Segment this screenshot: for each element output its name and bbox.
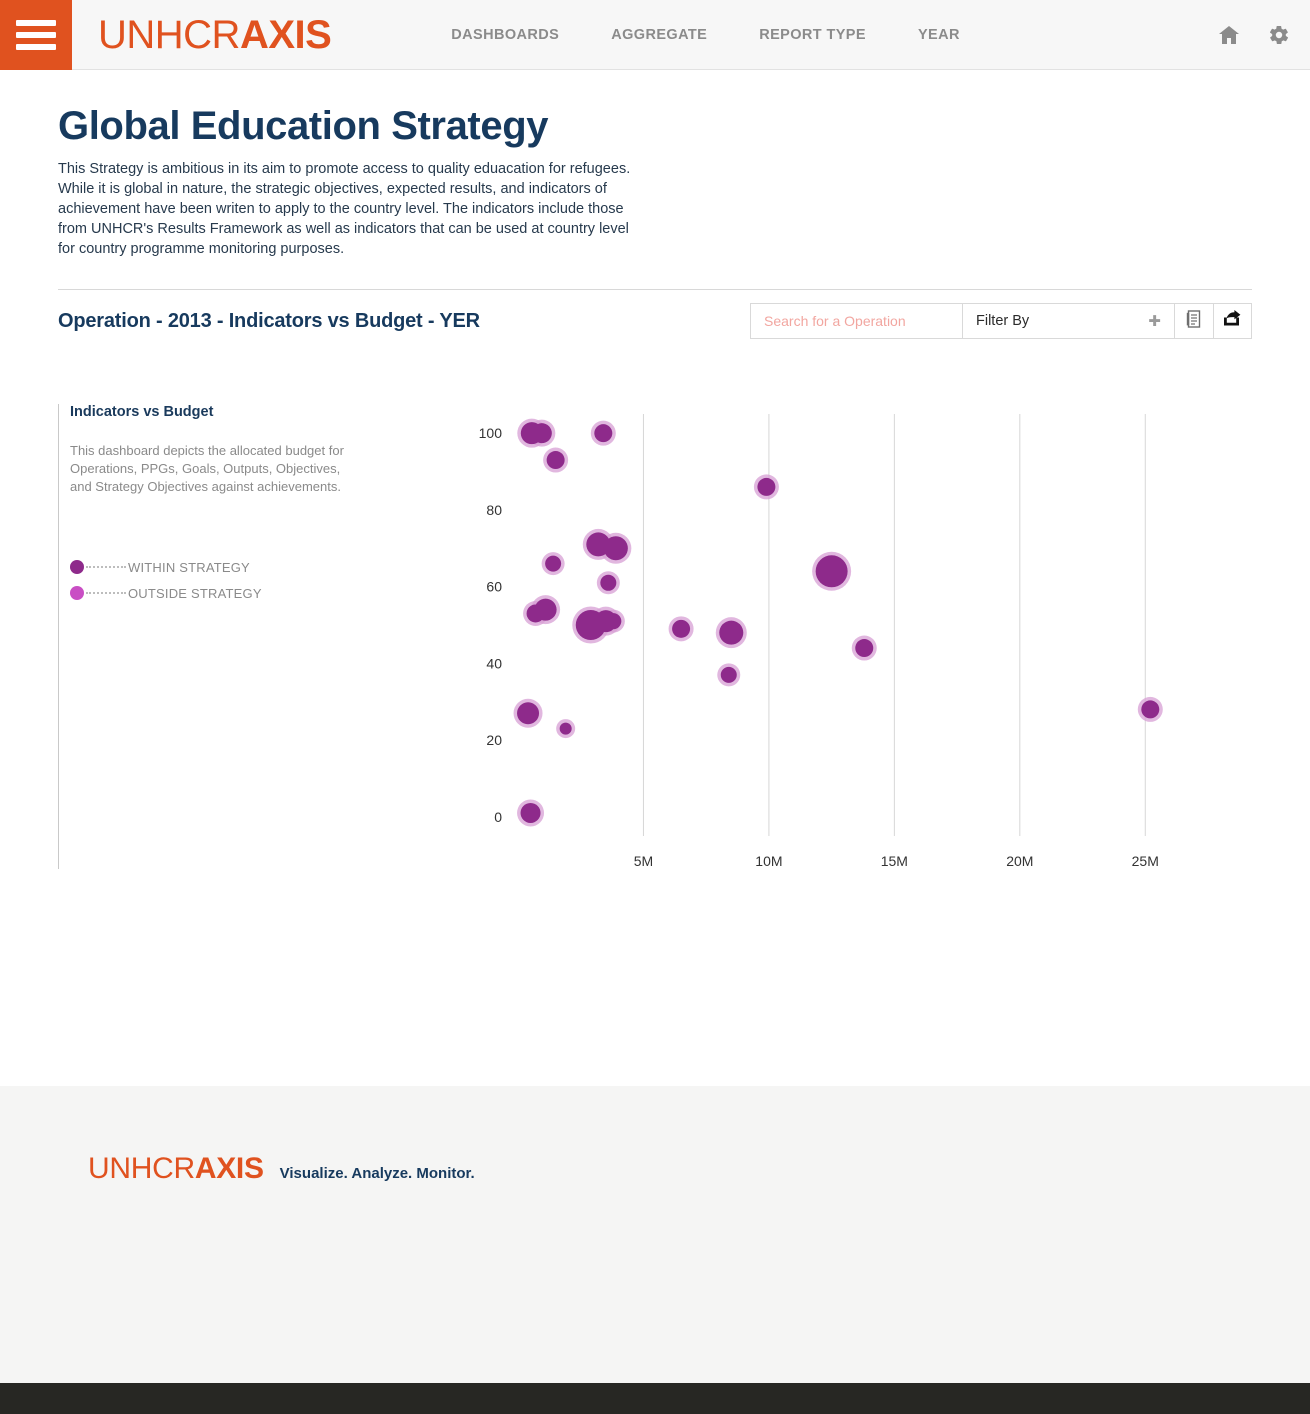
legend-label-outside-strategy: OUTSIDE STRATEGY — [128, 585, 262, 601]
y-axis-tick-label: 0 — [494, 809, 502, 825]
x-axis-tick-label: 10M — [755, 853, 782, 869]
home-icon[interactable] — [1218, 25, 1240, 45]
legend-dot-within-strategy — [70, 560, 84, 574]
report-document-button[interactable] — [1175, 304, 1213, 338]
y-axis-tick-label: 40 — [486, 655, 502, 671]
panel-description: This dashboard depicts the allocated bud… — [70, 443, 344, 494]
data-bubble[interactable] — [534, 598, 557, 621]
nav-item-year[interactable]: YEAR — [918, 27, 960, 43]
main-navigation: DASHBOARDS AGGREGATE REPORT TYPE YEAR — [451, 27, 960, 43]
panel-title: Indicators vs Budget — [70, 404, 214, 420]
footer-region: UNHCRAXIS Visualize. Analyze. Monitor. — [0, 1086, 1310, 1414]
legend-leader-line — [86, 566, 126, 568]
page-title: Global Education Strategy — [58, 104, 549, 148]
footer-logo-prefix: UNHCR — [88, 1152, 195, 1185]
legend-item-outside-strategy[interactable]: OUTSIDE STRATEGY — [70, 580, 360, 606]
logo-prefix: UNHCR — [98, 12, 240, 57]
legend-item-within-strategy[interactable]: WITHIN STRATEGY — [70, 554, 360, 580]
x-axis-tick-label: 15M — [881, 853, 908, 869]
data-bubble[interactable] — [594, 424, 613, 443]
data-bubble[interactable] — [719, 620, 744, 645]
hamburger-bar — [16, 43, 56, 50]
x-axis-tick-label: 25M — [1132, 853, 1159, 869]
toolbar-controls: Filter By ✚ — [750, 303, 1252, 339]
dashboard-panel: Indicators vs Budget This dashboard depi… — [58, 396, 1282, 936]
export-share-button[interactable] — [1213, 304, 1251, 338]
data-bubble[interactable] — [720, 666, 737, 683]
panel-info: Indicators vs Budget This dashboard depi… — [70, 404, 360, 606]
footer-logo-suffix: AXIS — [194, 1152, 264, 1185]
data-bubble[interactable] — [815, 555, 848, 588]
data-bubble[interactable] — [517, 702, 540, 725]
data-bubble[interactable] — [757, 477, 776, 496]
data-bubble[interactable] — [559, 722, 572, 735]
data-bubble[interactable] — [855, 639, 874, 658]
filter-by-label: Filter By — [976, 313, 1030, 329]
report-document-icon — [1186, 309, 1202, 333]
header-icon-group — [1218, 24, 1290, 46]
chart-legend: WITHIN STRATEGY OUTSIDE STRATEGY — [70, 554, 360, 606]
hamburger-menu-icon[interactable] — [0, 0, 72, 70]
footer-tagline: Visualize. Analyze. Monitor. — [279, 1165, 475, 1182]
footer-logo[interactable]: UNHCRAXIS — [88, 1154, 264, 1184]
data-bubble[interactable] — [531, 423, 552, 444]
page-description: This Strategy is ambitious in its aim to… — [58, 161, 631, 257]
series-within-strategy — [513, 418, 1163, 827]
dashboard-subtitle: Operation - 2013 - Indicators vs Budget … — [58, 309, 480, 332]
data-bubble[interactable] — [1141, 700, 1160, 719]
data-bubble[interactable] — [545, 555, 562, 572]
y-axis-tick-label: 20 — [486, 732, 502, 748]
header-logo[interactable]: UNHCRAXIS — [98, 12, 332, 57]
legend-leader-line — [86, 592, 126, 594]
legend-dot-outside-strategy — [70, 586, 84, 600]
hamburger-bar — [16, 19, 56, 26]
gear-icon[interactable] — [1268, 24, 1290, 46]
search-input[interactable] — [764, 313, 949, 329]
panel-divider — [58, 404, 59, 869]
data-bubble[interactable] — [600, 574, 617, 591]
main-content: Global Education Strategy This Strategy … — [0, 104, 1310, 936]
data-bubble[interactable] — [520, 802, 541, 823]
top-header: UNHCRAXIS DASHBOARDS AGGREGATE REPORT TY… — [0, 0, 1310, 70]
nav-item-aggregate[interactable]: AGGREGATE — [611, 27, 707, 43]
legend-label-within-strategy: WITHIN STRATEGY — [128, 559, 250, 575]
chart-area: 5M 10M 15M 20M 25M 0 20 40 60 80 100 — [458, 396, 1248, 896]
y-axis-tick-label: 80 — [486, 502, 502, 518]
share-export-icon — [1223, 310, 1243, 332]
y-axis-tick-label: 100 — [479, 425, 503, 441]
x-axis-tick-label: 5M — [634, 853, 653, 869]
filter-by-dropdown[interactable]: Filter By ✚ — [963, 304, 1175, 338]
x-axis-tick-label: 20M — [1006, 853, 1033, 869]
indicators-vs-budget-scatter-chart[interactable]: 5M 10M 15M 20M 25M 0 20 40 60 80 100 — [458, 396, 1248, 896]
data-bubble[interactable] — [672, 619, 691, 638]
bottom-bar — [0, 1383, 1310, 1414]
nav-item-report-type[interactable]: REPORT TYPE — [759, 27, 866, 43]
plus-icon[interactable]: ✚ — [1148, 312, 1161, 330]
data-bubble[interactable] — [605, 613, 622, 630]
hamburger-bar — [16, 31, 56, 38]
data-bubble[interactable] — [603, 536, 628, 561]
logo-suffix: AXIS — [239, 12, 332, 57]
y-axis-tick-label: 60 — [486, 579, 502, 595]
data-bubble[interactable] — [546, 451, 565, 470]
search-operation-box[interactable] — [751, 304, 963, 338]
nav-item-dashboards[interactable]: DASHBOARDS — [451, 27, 559, 43]
dashboard-toolbar: Operation - 2013 - Indicators vs Budget … — [58, 290, 1252, 352]
footer: UNHCRAXIS Visualize. Analyze. Monitor. — [0, 1086, 1310, 1383]
